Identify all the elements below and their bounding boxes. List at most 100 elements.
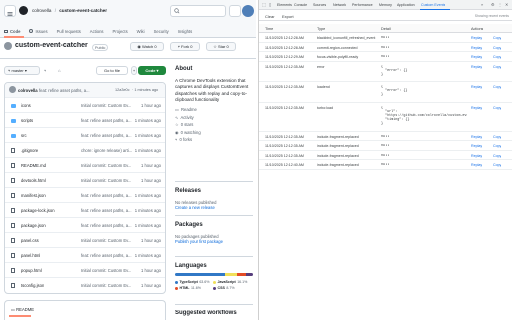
- tags-icon[interactable]: ⌂: [58, 68, 61, 73]
- copy-button[interactable]: Copy: [493, 106, 501, 110]
- devtools-tab-performance[interactable]: Performance: [352, 3, 373, 7]
- publish-package-link[interactable]: Publish your first package: [175, 239, 253, 244]
- avatar[interactable]: [242, 5, 254, 17]
- devtools-tab-console[interactable]: Console: [294, 3, 307, 7]
- file-name[interactable]: manifest.json: [21, 193, 46, 198]
- file-commit-message[interactable]: Initial commit: Custom Ev...: [81, 238, 131, 243]
- tab-insights[interactable]: Insights: [178, 29, 192, 34]
- tab-wiki[interactable]: Wiki: [137, 29, 145, 34]
- file-name[interactable]: devtools.html: [21, 178, 46, 183]
- replay-button[interactable]: Replay: [471, 85, 482, 89]
- file-name[interactable]: panel.html: [21, 253, 40, 258]
- file-row[interactable]: panel.css Initial commit: Custom Ev... 1 h…: [5, 232, 165, 247]
- releases-title[interactable]: Releases: [175, 188, 253, 194]
- copy-button[interactable]: Copy: [493, 85, 501, 89]
- commit-hash[interactable]: 12a3e0c: [115, 88, 130, 92]
- file-name[interactable]: tsconfig.json: [21, 283, 44, 288]
- copilot-icon[interactable]: [229, 5, 241, 17]
- tab-security[interactable]: Security: [154, 29, 169, 34]
- breadcrumb-repo[interactable]: custom-event-catcher: [59, 8, 107, 13]
- copy-button[interactable]: Copy: [493, 36, 501, 40]
- file-commit-message[interactable]: feat: refine asset paths, a...: [81, 208, 132, 213]
- tab-actions[interactable]: Actions: [90, 29, 104, 34]
- file-commit-message[interactable]: Initial commit: Custom Ev...: [81, 163, 131, 168]
- file-commit-message[interactable]: chore: ignore release) arti...: [81, 148, 132, 153]
- file-row[interactable]: package.json feat: refine asset paths, a.…: [5, 217, 165, 232]
- commit-author[interactable]: colrovella: [18, 88, 38, 93]
- file-commit-message[interactable]: Initial commit: Custom Ev...: [81, 103, 131, 108]
- github-logo-icon[interactable]: [19, 6, 28, 15]
- devtools-tab-memory[interactable]: Memory: [379, 3, 392, 7]
- file-row[interactable]: package-lock.json feat: refine asset path…: [5, 202, 165, 217]
- readme-tab[interactable]: ▭ README: [11, 307, 34, 312]
- copy-button[interactable]: Copy: [493, 144, 501, 148]
- file-row[interactable]: popup.html Initial commit: Custom Ev... 1 …: [5, 262, 165, 277]
- file-row[interactable]: README.md Initial commit: Custom Ev... 1 h…: [5, 157, 165, 172]
- replay-button[interactable]: Replay: [471, 106, 482, 110]
- file-row[interactable]: scripts feat: refine asset paths, a... 1 m…: [5, 112, 165, 127]
- branch-selector[interactable]: ⑂ master ▾: [4, 66, 40, 75]
- file-name[interactable]: package.json: [21, 223, 46, 228]
- replay-button[interactable]: Replay: [471, 135, 482, 139]
- file-row[interactable]: icons Initial commit: Custom Ev... 1 hour …: [5, 97, 165, 112]
- overflow-chevron-icon[interactable]: »: [481, 2, 483, 7]
- devtools-tab-sources[interactable]: Sources: [313, 3, 326, 7]
- device-toggle-icon[interactable]: ▯: [269, 2, 271, 7]
- replay-button[interactable]: Replay: [471, 154, 482, 158]
- language-item[interactable]: HTML 11.6%: [175, 285, 213, 291]
- about-link[interactable]: ◉ 0 watching: [175, 130, 253, 138]
- copy-button[interactable]: Copy: [493, 46, 501, 50]
- devtools-tab-elements[interactable]: Elements: [277, 3, 292, 7]
- copy-button[interactable]: Copy: [493, 65, 501, 69]
- menu-icon[interactable]: [4, 5, 16, 17]
- more-options-icon[interactable]: ⋮: [498, 2, 502, 7]
- watch-button[interactable]: ◉ Watch 0: [130, 42, 164, 51]
- file-commit-message[interactable]: Initial commit: Custom Ev...: [81, 178, 131, 183]
- copy-button[interactable]: Copy: [493, 135, 501, 139]
- replay-button[interactable]: Replay: [471, 46, 482, 50]
- settings-icon[interactable]: ⚙: [491, 2, 495, 7]
- copy-button[interactable]: Copy: [493, 55, 501, 59]
- file-name[interactable]: popup.html: [21, 268, 42, 273]
- file-row[interactable]: src feat: refine asset paths, a... 1 minut…: [5, 127, 165, 142]
- star-button[interactable]: ☆ Star 0: [206, 42, 236, 51]
- file-name[interactable]: panel.css: [21, 238, 39, 243]
- fork-button[interactable]: ⑂ Fork 0: [170, 42, 200, 51]
- tab-issues[interactable]: Issues: [29, 28, 48, 34]
- file-commit-message[interactable]: feat: refine asset paths, a...: [81, 223, 132, 228]
- file-commit-message[interactable]: feat: refine asset paths, a...: [81, 118, 132, 123]
- export-button[interactable]: Export: [282, 14, 294, 19]
- file-row[interactable]: panel.html feat: refine asset paths, a...…: [5, 247, 165, 262]
- tab-pull-requests[interactable]: Pull requests: [57, 29, 81, 34]
- replay-button[interactable]: Replay: [471, 36, 482, 40]
- replay-button[interactable]: Replay: [471, 65, 482, 69]
- devtools-tab-network[interactable]: Network: [333, 3, 346, 7]
- about-link[interactable]: ▭ Readme: [175, 107, 253, 115]
- file-row[interactable]: devtools.html Initial commit: Custom Ev..…: [5, 172, 165, 187]
- about-link[interactable]: ⑂ 0 forks: [175, 137, 253, 145]
- file-name[interactable]: scripts: [21, 118, 33, 123]
- replay-button[interactable]: Replay: [471, 55, 482, 59]
- create-release-link[interactable]: Create a new release: [175, 205, 253, 210]
- file-commit-message[interactable]: feat: refine asset paths, a...: [81, 193, 132, 198]
- clear-button[interactable]: Clear: [265, 14, 275, 19]
- add-file-button[interactable]: +: [131, 66, 137, 75]
- file-row[interactable]: manifest.json feat: refine asset paths, a…: [5, 187, 165, 202]
- devtools-tab-application[interactable]: Application: [397, 3, 415, 7]
- commit-message[interactable]: feat: refine asset paths, a...: [39, 88, 109, 93]
- file-name[interactable]: package-lock.json: [21, 208, 55, 213]
- inspect-icon[interactable]: ⬚: [262, 2, 266, 7]
- breadcrumb-owner[interactable]: colrovella: [32, 8, 51, 13]
- copy-button[interactable]: Copy: [493, 163, 501, 167]
- file-commit-message[interactable]: Initial commit: Custom Ev...: [81, 268, 131, 273]
- file-commit-message[interactable]: feat: refine asset paths, a...: [81, 133, 132, 138]
- file-commit-message[interactable]: feat: refine asset paths, a...: [81, 253, 132, 258]
- replay-button[interactable]: Replay: [471, 163, 482, 167]
- about-link[interactable]: ∿ Activity: [175, 115, 253, 123]
- file-row[interactable]: .gitignore chore: ignore release) arti...…: [5, 142, 165, 157]
- devtools-tab-custom-events[interactable]: Custom Events: [421, 3, 445, 7]
- search-input[interactable]: [170, 5, 226, 17]
- go-to-file-button[interactable]: Go to file: [96, 66, 128, 75]
- branches-icon[interactable]: ⑂: [44, 68, 47, 73]
- file-name[interactable]: .gitignore: [21, 148, 38, 153]
